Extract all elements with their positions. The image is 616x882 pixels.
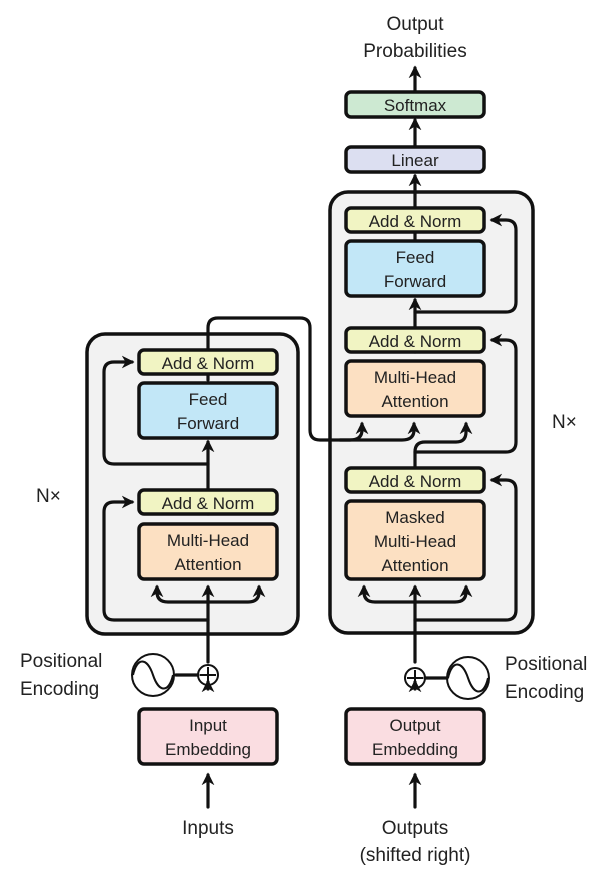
decoder-cross-attention-label-1: Multi-Head: [374, 368, 456, 387]
output-probabilities-label: Output: [386, 14, 444, 35]
encoder-sine-wave-icon: [131, 653, 175, 697]
decoder-feed-forward-label-2: Forward: [384, 272, 446, 291]
outputs-label: Outputs: [382, 818, 449, 839]
decoder-add-norm-top-label: Add & Norm: [369, 212, 462, 231]
decoder-repeat-label: N×: [552, 412, 577, 433]
decoder-sine-wave-icon: [446, 656, 490, 700]
encoder-add-norm-bottom-label: Add & Norm: [162, 494, 255, 513]
decoder-positional-label-2: Encoding: [505, 682, 584, 703]
encoder-repeat-label: N×: [36, 486, 61, 507]
encoder-positional-label-1: Positional: [20, 651, 102, 672]
input-embedding-label-1: Input: [189, 716, 227, 735]
encoder-positional-label-2: Encoding: [20, 679, 99, 700]
transformer-diagram: Output Probabilities Softmax Linear Add …: [20, 14, 587, 866]
encoder-feed-forward-label-1: Feed: [189, 390, 228, 409]
inputs-label: Inputs: [182, 818, 234, 839]
encoder-attention-label-2: Attention: [174, 555, 241, 574]
output-probabilities-label-2: Probabilities: [363, 41, 467, 62]
decoder-feed-forward-label-1: Feed: [396, 248, 435, 267]
decoder-add-norm-bottom-label: Add & Norm: [369, 472, 462, 491]
input-embedding-label-2: Embedding: [165, 740, 251, 759]
output-embedding-label-1: Output: [389, 716, 440, 735]
linear-label: Linear: [391, 151, 439, 170]
encoder-feed-forward-label-2: Forward: [177, 414, 239, 433]
encoder-stack: [85, 332, 300, 636]
decoder-masked-attention-label-2: Multi-Head: [374, 532, 456, 551]
encoder-attention-label-1: Multi-Head: [167, 531, 249, 550]
decoder-masked-attention-label-1: Masked: [385, 508, 445, 527]
decoder-add-norm-middle-label: Add & Norm: [369, 332, 462, 351]
softmax-label: Softmax: [384, 96, 447, 115]
decoder-masked-attention-label-3: Attention: [381, 556, 448, 575]
outputs-shifted-label: (shifted right): [360, 845, 471, 866]
decoder-positional-label-1: Positional: [505, 654, 587, 675]
encoder-add-norm-top-label: Add & Norm: [162, 354, 255, 373]
decoder-cross-attention-label-2: Attention: [381, 392, 448, 411]
output-embedding-label-2: Embedding: [372, 740, 458, 759]
